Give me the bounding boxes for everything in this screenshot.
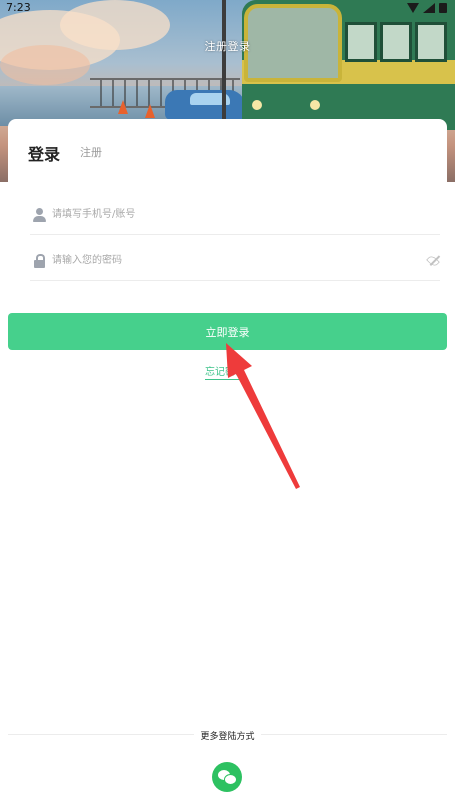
arrow-shape xyxy=(226,343,300,489)
more-login-methods-label: 更多登陆方式 xyxy=(0,729,455,742)
more-login-methods-text: 更多登陆方式 xyxy=(194,732,261,742)
red-arrow-annotation xyxy=(226,343,300,489)
wechat-bubble xyxy=(224,774,237,785)
wechat-icon[interactable] xyxy=(212,762,242,792)
